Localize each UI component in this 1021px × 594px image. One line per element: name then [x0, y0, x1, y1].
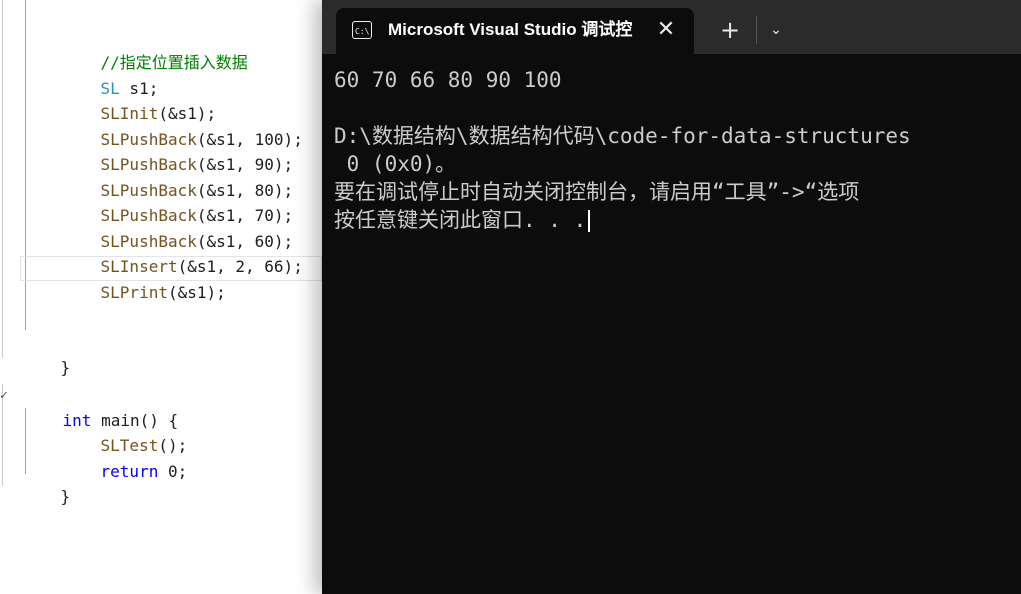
- terminal-window[interactable]: C:\ Microsoft Visual Studio 调试控 ✕ + ⌄ 60…: [322, 0, 1021, 594]
- chevron-down-icon[interactable]: ⌄: [762, 8, 790, 52]
- new-tab-button[interactable]: +: [712, 8, 748, 52]
- code-line-close-brace[interactable]: }: [22, 459, 71, 506]
- code-line[interactable]: SLInit(&s1);: [62, 76, 217, 123]
- code-brace: }: [60, 358, 71, 377]
- text-cursor: [588, 210, 591, 232]
- code-line[interactable]: SLTest();: [62, 408, 188, 455]
- code-line[interactable]: SLPushBack(&s1, 70);: [62, 178, 294, 225]
- output-text: 按任意键关闭此窗口. . .: [334, 208, 587, 232]
- output-line: D:\数据结构\数据结构代码\code-for-data-structures: [334, 124, 911, 148]
- code-line[interactable]: SLInsert(&s1, 2, 66);: [62, 229, 303, 276]
- output-line: 60 70 66 80 90 100: [334, 68, 562, 92]
- code-line[interactable]: return 0;: [62, 434, 188, 481]
- fold-check-icon[interactable]: ✓: [0, 383, 8, 408]
- output-line-prompt: 按任意键关闭此窗口. . .: [334, 206, 1021, 234]
- indent-guide: [2, 0, 3, 358]
- terminal-tab[interactable]: C:\ Microsoft Visual Studio 调试控 ✕: [336, 8, 694, 54]
- code-text: (&s1);: [167, 283, 226, 302]
- code-editor[interactable]: //指定位置插入数据 SL s1; SLInit(&s1); SLPushBac…: [0, 0, 322, 594]
- code-text: 0;: [158, 462, 188, 481]
- code-line[interactable]: SLPushBack(&s1, 60);: [62, 204, 294, 251]
- code-line[interactable]: SLPushBack(&s1, 80);: [62, 153, 294, 200]
- code-brace: }: [60, 487, 71, 506]
- code-line-close-brace[interactable]: }: [22, 330, 71, 377]
- code-line[interactable]: SL s1;: [62, 51, 159, 98]
- code-keyword-token: return: [100, 462, 159, 481]
- code-line-comment[interactable]: //指定位置插入数据: [62, 25, 248, 72]
- code-line[interactable]: SLPushBack(&s1, 90);: [62, 127, 294, 174]
- code-line-main[interactable]: int main() {: [24, 383, 179, 430]
- code-function-token: SLPrint: [100, 283, 168, 302]
- code-line[interactable]: SLPushBack(&s1, 100);: [62, 102, 303, 149]
- output-line: 0 (0x0)。: [334, 152, 457, 176]
- console-icon: C:\: [352, 21, 372, 39]
- code-line-current[interactable]: SLPrint(&s1);: [62, 255, 226, 302]
- tab-title: Microsoft Visual Studio 调试控: [388, 20, 633, 39]
- terminal-output[interactable]: 60 70 66 80 90 100 D:\数据结构\数据结构代码\code-f…: [334, 66, 1021, 234]
- title-bar-divider: [756, 16, 757, 44]
- output-line: 要在调试停止时自动关闭控制台，请启用“工具”->“选项: [334, 180, 860, 204]
- terminal-title-bar[interactable]: C:\ Microsoft Visual Studio 调试控 ✕ + ⌄: [322, 0, 1021, 54]
- close-tab-icon[interactable]: ✕: [654, 8, 678, 52]
